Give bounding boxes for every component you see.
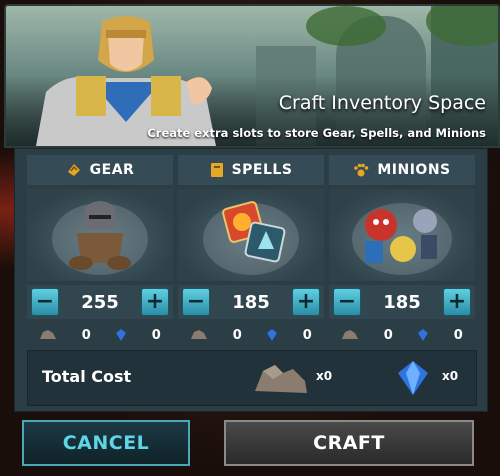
- cancel-button[interactable]: CANCEL: [22, 420, 190, 466]
- minions-quantity: 185: [383, 291, 421, 313]
- minions-header: MINIONS: [329, 155, 475, 185]
- paw-icon: [354, 163, 369, 177]
- gem-icon: [116, 329, 127, 341]
- gear-column: GEAR − 255 + 0 0: [27, 155, 173, 355]
- spells-increase-button[interactable]: +: [291, 288, 320, 316]
- minions-image: [329, 189, 475, 281]
- minions-label: MINIONS: [377, 162, 451, 178]
- spells-header: SPELLS: [178, 155, 324, 185]
- spells-column: SPELLS − 185 + 0 0: [178, 155, 324, 355]
- spells-quantity: 185: [232, 291, 270, 313]
- spells-rock-cost: 0: [232, 327, 242, 343]
- total-gem-cost: x0: [442, 369, 459, 383]
- gear-gem-cost: 0: [151, 327, 161, 343]
- gear-label: GEAR: [89, 162, 135, 178]
- armor-icon: [52, 201, 148, 275]
- gear-quantity-stepper: − 255 +: [27, 285, 173, 319]
- spells-image: [178, 189, 324, 281]
- rock-icon: [342, 330, 359, 339]
- spells-quantity-stepper: − 185 +: [178, 285, 324, 319]
- minions-rock-cost: 0: [383, 327, 393, 343]
- banner-subtitle: Create extra slots to store Gear, Spells…: [147, 126, 486, 140]
- total-cost-label: Total Cost: [42, 367, 132, 386]
- foliage-decoration: [306, 6, 386, 46]
- gem-icon: [398, 361, 428, 395]
- total-cost-bar: Total Cost x0 x0: [27, 350, 477, 406]
- minions-column: MINIONS − 185 + 0 0: [329, 155, 475, 355]
- minions-increase-button[interactable]: +: [442, 288, 471, 316]
- spellbook-icon: [210, 163, 223, 177]
- minions-cost-row: 0 0: [329, 323, 475, 347]
- gear-header: GEAR: [27, 155, 173, 185]
- rock-icon: [191, 330, 208, 339]
- gear-decrease-button[interactable]: −: [31, 288, 59, 316]
- banner: Craft Inventory Space Create extra slots…: [4, 4, 500, 148]
- minions-decrease-button[interactable]: −: [333, 288, 361, 316]
- gear-quantity: 255: [81, 291, 119, 313]
- gem-icon: [267, 329, 278, 341]
- spells-cost-row: 0 0: [178, 323, 324, 347]
- spell-cards-icon: [203, 201, 299, 275]
- rock-icon: [255, 365, 307, 393]
- gear-increase-button[interactable]: +: [140, 288, 169, 316]
- minions-gem-cost: 0: [453, 327, 463, 343]
- craft-panel: GEAR − 255 + 0 0 SPELLS − 185 + 0 0 MINI…: [14, 148, 488, 412]
- gear-category-icon: [67, 164, 80, 176]
- minions-quantity-stepper: − 185 +: [329, 285, 475, 319]
- gear-image: [27, 189, 173, 281]
- minions-group-icon: [352, 203, 452, 275]
- spells-label: SPELLS: [231, 162, 293, 178]
- spells-decrease-button[interactable]: −: [182, 288, 210, 316]
- total-rock-cost: x0: [316, 369, 333, 383]
- spells-gem-cost: 0: [302, 327, 312, 343]
- gear-cost-row: 0 0: [27, 323, 173, 347]
- craft-button[interactable]: CRAFT: [224, 420, 474, 466]
- dialog-frame: Craft Inventory Space Create extra slots…: [0, 0, 500, 476]
- rock-icon: [40, 330, 57, 339]
- gear-rock-cost: 0: [81, 327, 91, 343]
- banner-title: Craft Inventory Space: [278, 92, 486, 114]
- gem-icon: [418, 329, 429, 341]
